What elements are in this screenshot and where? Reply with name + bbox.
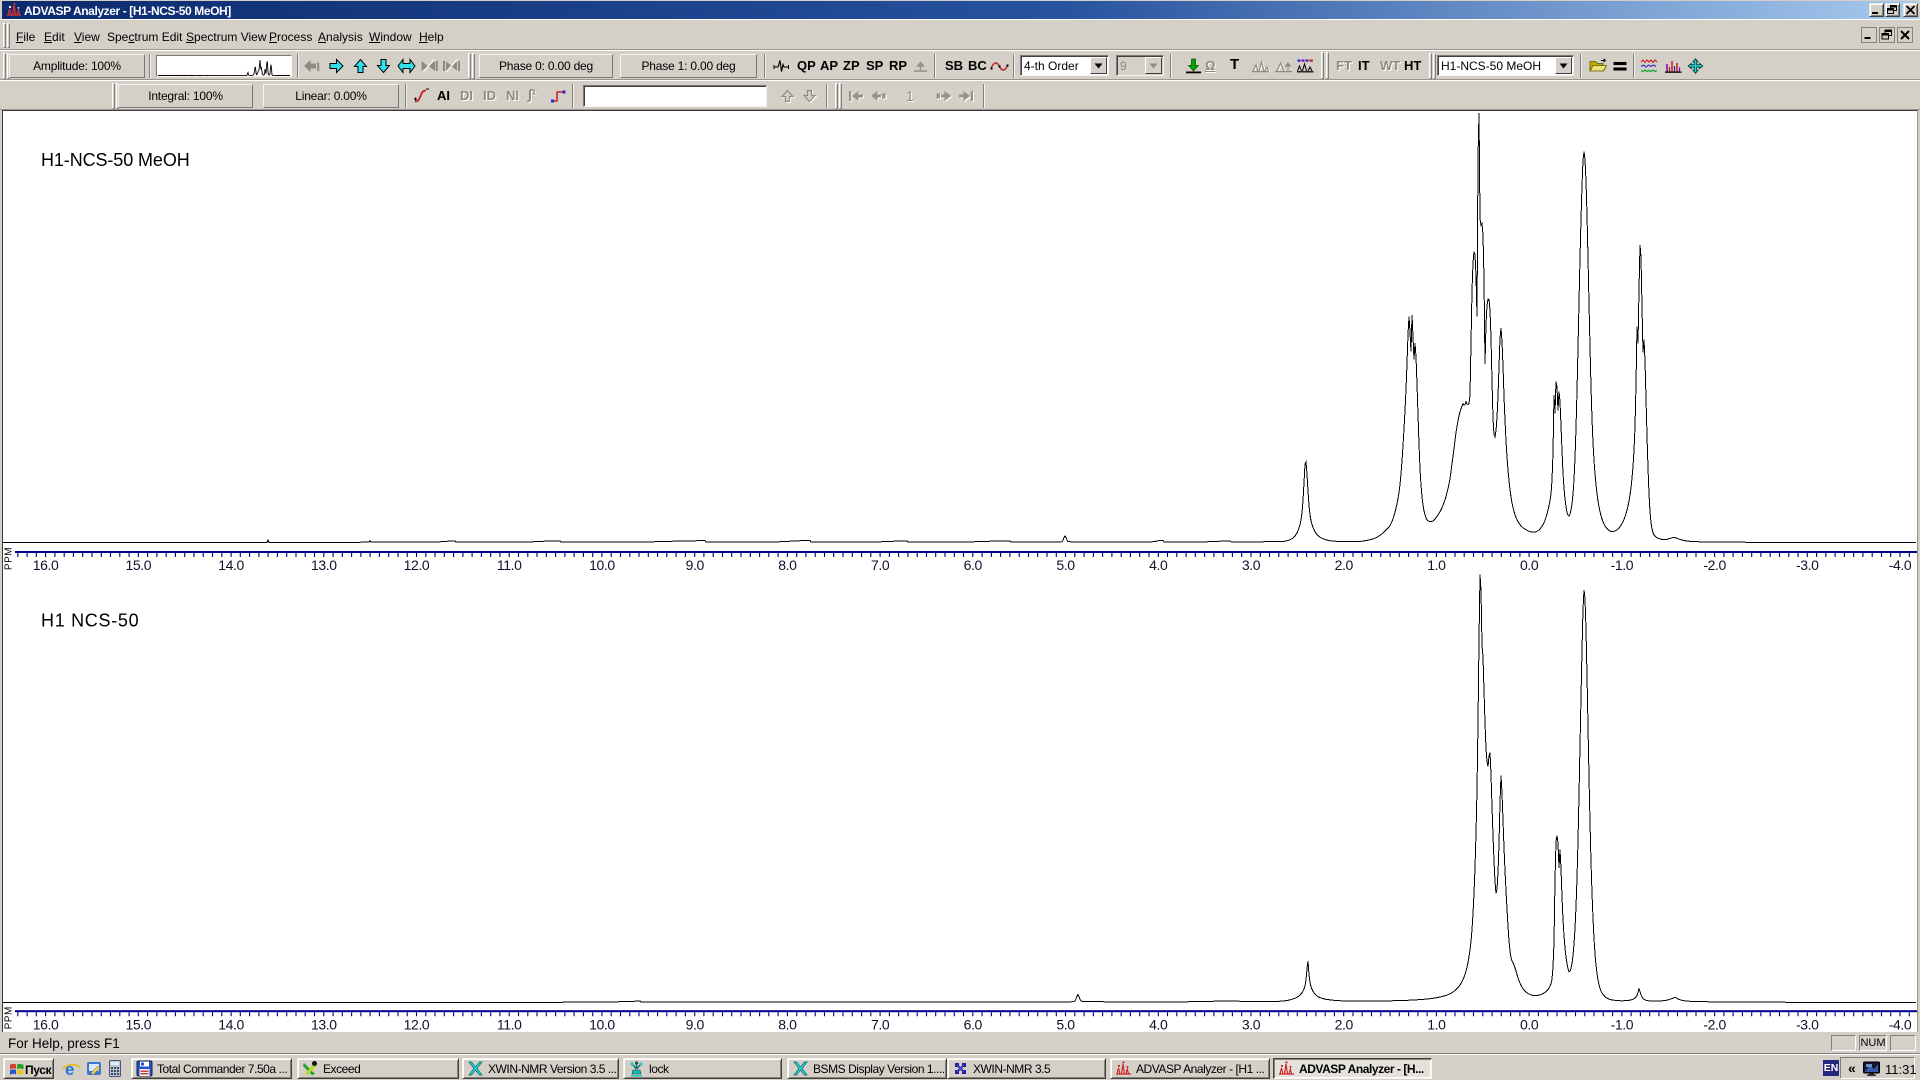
svg-text:12.0: 12.0 — [404, 1016, 430, 1032]
svg-text:0.0: 0.0 — [1520, 1016, 1539, 1032]
svg-text:8.0: 8.0 — [778, 1016, 797, 1032]
svg-text:16.0: 16.0 — [33, 1016, 59, 1032]
svg-text:11.0: 11.0 — [497, 1016, 522, 1032]
svg-text:-1.0: -1.0 — [1611, 1016, 1634, 1032]
svg-text:10.0: 10.0 — [589, 1016, 615, 1032]
svg-text:13.0: 13.0 — [311, 1016, 337, 1032]
svg-text:9.0: 9.0 — [686, 557, 705, 573]
svg-text:3.0: 3.0 — [1242, 557, 1261, 573]
svg-text:16.0: 16.0 — [33, 557, 59, 573]
svg-text:-2.0: -2.0 — [1703, 1016, 1726, 1032]
svg-text:-1.0: -1.0 — [1611, 557, 1634, 573]
svg-text:-4.0: -4.0 — [1889, 1016, 1912, 1032]
svg-text:5.0: 5.0 — [1056, 557, 1075, 573]
svg-text:9.0: 9.0 — [686, 1016, 705, 1032]
svg-text:-3.0: -3.0 — [1796, 557, 1819, 573]
svg-text:15.0: 15.0 — [125, 1016, 151, 1032]
svg-text:PPM: PPM — [4, 547, 15, 570]
svg-text:15.0: 15.0 — [125, 557, 151, 573]
svg-text:0.0: 0.0 — [1520, 557, 1539, 573]
svg-text:H1 NCS-50: H1 NCS-50 — [41, 611, 139, 631]
svg-text:1.0: 1.0 — [1427, 1016, 1446, 1032]
svg-text:e: e — [65, 1060, 74, 1078]
svg-text:14.0: 14.0 — [218, 1016, 244, 1032]
svg-text:13.0: 13.0 — [311, 557, 337, 573]
svg-text:4.0: 4.0 — [1149, 557, 1168, 573]
svg-text:6.0: 6.0 — [964, 557, 983, 573]
svg-text:2.0: 2.0 — [1335, 557, 1354, 573]
svg-text:4.0: 4.0 — [1149, 1016, 1168, 1032]
svg-text:-3.0: -3.0 — [1796, 1016, 1819, 1032]
svg-text:11.0: 11.0 — [497, 557, 522, 573]
svg-text:7.0: 7.0 — [871, 1016, 890, 1032]
svg-text:3.0: 3.0 — [1242, 1016, 1261, 1032]
svg-text:10.0: 10.0 — [589, 557, 615, 573]
svg-text:8.0: 8.0 — [778, 557, 797, 573]
svg-text:-4.0: -4.0 — [1889, 557, 1912, 573]
svg-text:12.0: 12.0 — [404, 557, 430, 573]
svg-text:1.0: 1.0 — [1427, 557, 1446, 573]
svg-text:14.0: 14.0 — [218, 557, 244, 573]
svg-text:7.0: 7.0 — [871, 557, 890, 573]
svg-text:H1-NCS-50 MeOH: H1-NCS-50 MeOH — [41, 150, 190, 170]
svg-text:5.0: 5.0 — [1056, 1016, 1075, 1032]
svg-text:2.0: 2.0 — [1335, 1016, 1354, 1032]
svg-text:-2.0: -2.0 — [1703, 557, 1726, 573]
svg-text:PPM: PPM — [4, 1006, 15, 1029]
svg-text:6.0: 6.0 — [964, 1016, 983, 1032]
